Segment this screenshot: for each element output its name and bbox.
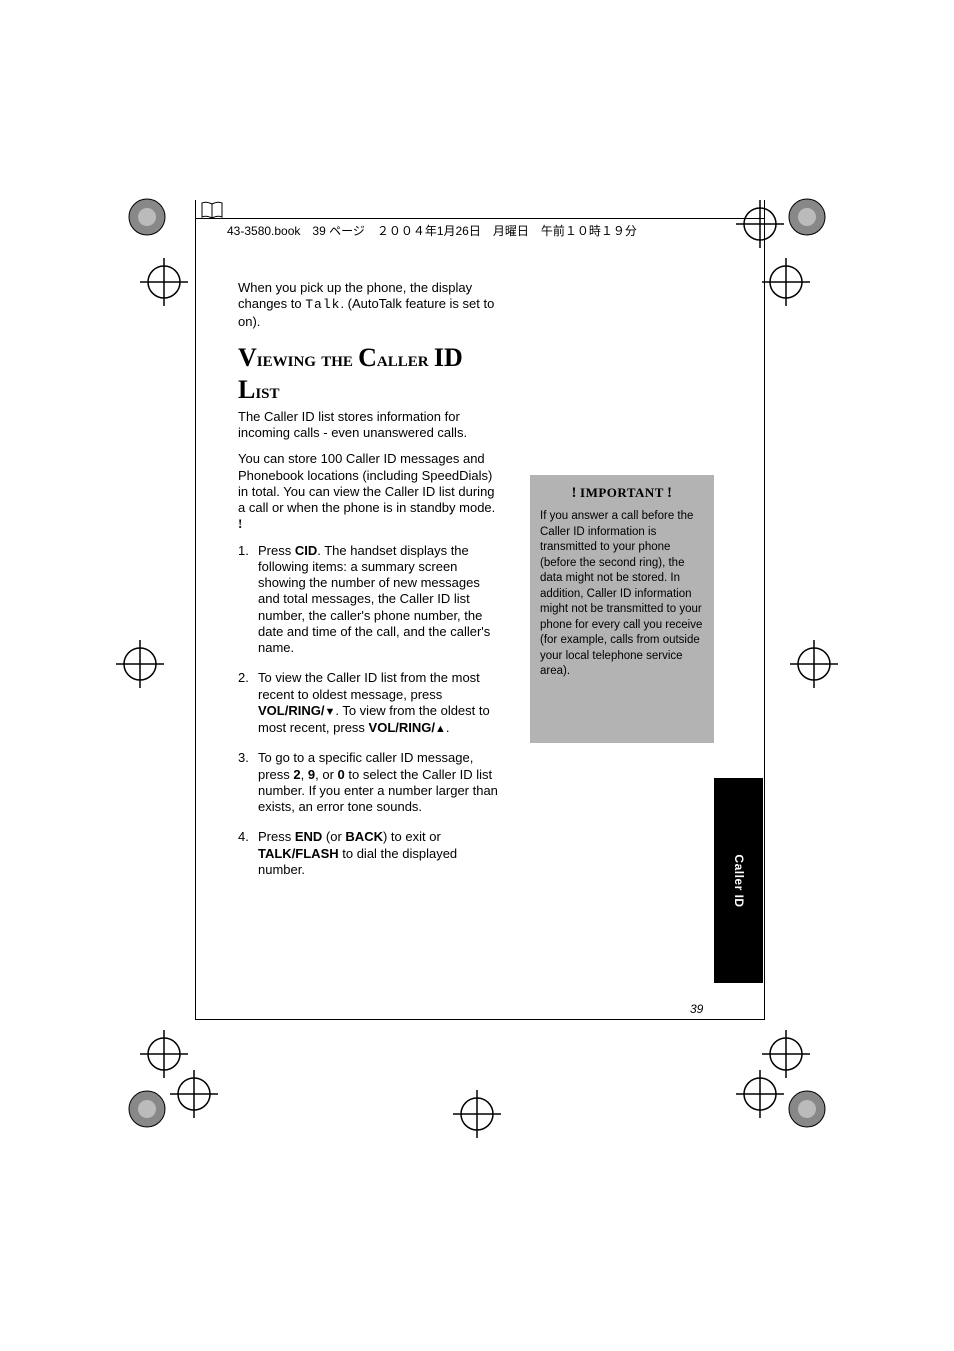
up-triangle-icon: ▲ — [435, 723, 446, 735]
crosshair-icon — [790, 640, 838, 688]
registration-mark-icon — [128, 198, 166, 236]
crosshair-icon — [736, 1070, 784, 1118]
registration-mark-icon — [788, 198, 826, 236]
crosshair-icon — [140, 258, 188, 306]
registration-mark-icon — [128, 1090, 166, 1128]
page-number: 39 — [690, 1002, 703, 1016]
body-paragraph-2: You can store 100 Caller ID messages and… — [238, 451, 498, 532]
down-triangle-icon: ▼ — [324, 706, 335, 718]
crosshair-icon — [762, 258, 810, 306]
section-heading: Viewing the Caller ID List — [238, 342, 498, 407]
section-tab: Caller ID — [714, 778, 763, 983]
crosshair-icon — [170, 1070, 218, 1118]
important-text: If you answer a call before the Caller I… — [540, 509, 704, 680]
step-2: 2. To view the Caller ID list from the m… — [238, 670, 498, 736]
important-callout: !IMPORTANT! If you answer a call before … — [530, 475, 714, 743]
intro-paragraph: When you pick up the phone, the display … — [238, 280, 498, 330]
body-paragraph-1: The Caller ID list stores information fo… — [238, 409, 498, 442]
crosshair-icon — [116, 640, 164, 688]
step-4: 4. Press END (or BACK) to exit or TALK/F… — [238, 829, 498, 878]
registration-mark-icon — [788, 1090, 826, 1128]
step-list: 1. Press CID. The handset displays the f… — [238, 543, 498, 879]
important-title: !IMPORTANT! — [540, 483, 704, 503]
step-3: 3. To go to a specific caller ID message… — [238, 750, 498, 815]
main-content: When you pick up the phone, the display … — [238, 280, 498, 892]
exclamation-icon: ! — [569, 485, 581, 501]
step-1: 1. Press CID. The handset displays the f… — [238, 543, 498, 657]
exclamation-icon: ! — [664, 485, 676, 501]
crosshair-icon — [453, 1090, 501, 1138]
tab-label: Caller ID — [732, 854, 746, 907]
